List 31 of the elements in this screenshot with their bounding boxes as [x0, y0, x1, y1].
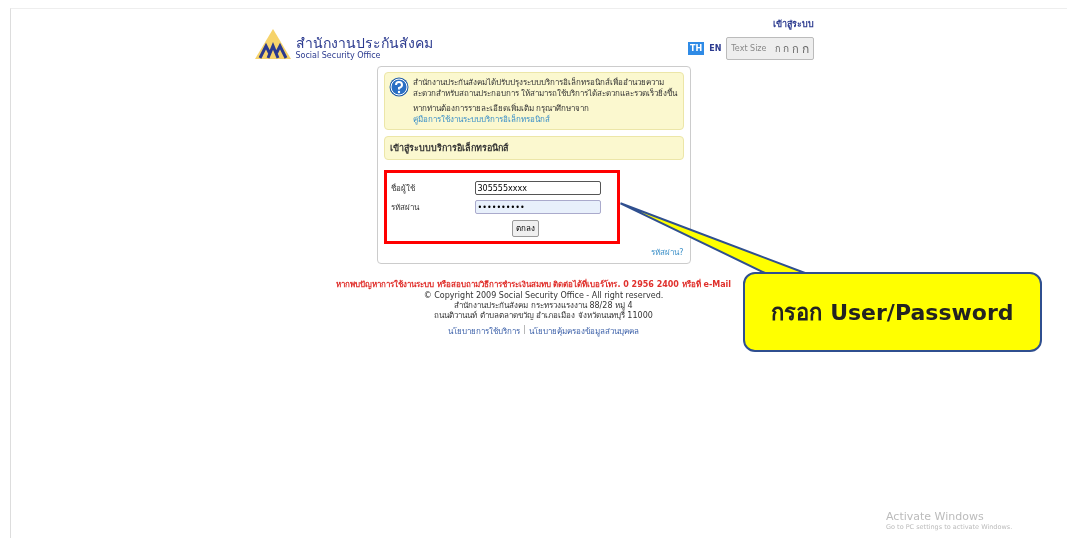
notice-text: สำนักงานประกันสังคมได้ปรับปรุงระบบบริการอิเล็กทรอนิกส์เพื่ออำนวยความสะดวกสำหรับสถานประกอบการ ให้สามารถใช้บริการได้สะดวกและรวดเร็วยิ่งขึ้น [412, 77, 679, 99]
manual-link[interactable]: คู่มือการใช้งานระบบบริการอิเล็กทรอนิกส์ [412, 115, 550, 124]
logo-icon [253, 28, 292, 60]
text-size-button[interactable]: ก [801, 39, 809, 58]
contact-text: หากพบปัญหาการใช้งานระบบ หรือสอบถามวิธีการชำระเงินสมทบ ติดต่อได้ที่เบอร์โทร. 0 2956 2400 หรือที่ e-Mail [335, 278, 732, 291]
copyright-text: © Copyright 2009 Social Security Office - All right reserved. [423, 291, 664, 301]
address-text: ถนนติวานนท์ ตำบลตลาดขวัญ อำเภอเมือง จังหวัดนนทบุรี 11000 [434, 311, 653, 321]
text-size-button[interactable]: ก [774, 41, 780, 56]
footer-link[interactable]: นโยบายคุ้มครองข้อมูลส่วนบุคคล [528, 325, 639, 338]
logo-subtitle: Social Security Office [295, 51, 382, 60]
username-label: ชื่อผู้ใช้ [390, 182, 416, 195]
activation-title: Activate Windows [886, 510, 985, 523]
username-field[interactable]: 305555xxxx [474, 181, 601, 195]
submit-button[interactable]: ตกลง [512, 220, 539, 237]
password-field[interactable]: •••••••••• [474, 200, 601, 214]
text-size-label: Text Size [731, 44, 767, 53]
footer-link[interactable]: นโยบายการใช้บริการ [448, 325, 521, 338]
callout-box: กรอก User/Password [743, 272, 1042, 352]
login-link[interactable]: เข้าสู่ระบบ [772, 17, 814, 31]
password-label: รหัสผ่าน [390, 201, 420, 214]
more-info-text: หากท่านต้องการรายละเอียดเพิ่มเติม กรุณาศึกษาจาก คู่มือการใช้งานระบบบริการอิเล็กทรอนิกส์ [412, 103, 591, 125]
language-button[interactable]: TH [688, 42, 705, 55]
address-text: สำนักงานประกันสังคม กระทรวงแรงงาน 88/28 หมู่ 4 [454, 301, 633, 311]
logo-title: สำนักงานประกันสังคม [295, 36, 433, 51]
text-size-button[interactable]: ก [782, 41, 789, 56]
language-button[interactable]: EN [707, 42, 724, 55]
text-size-button[interactable]: ก [791, 39, 799, 58]
link-separator: | [523, 325, 526, 336]
login-title: เข้าสู่ระบบบริการอิเล็กทรอนิกส์ [383, 136, 684, 160]
help-icon [388, 77, 409, 97]
forgot-password-link[interactable]: รหัสผ่าน? [651, 246, 684, 259]
